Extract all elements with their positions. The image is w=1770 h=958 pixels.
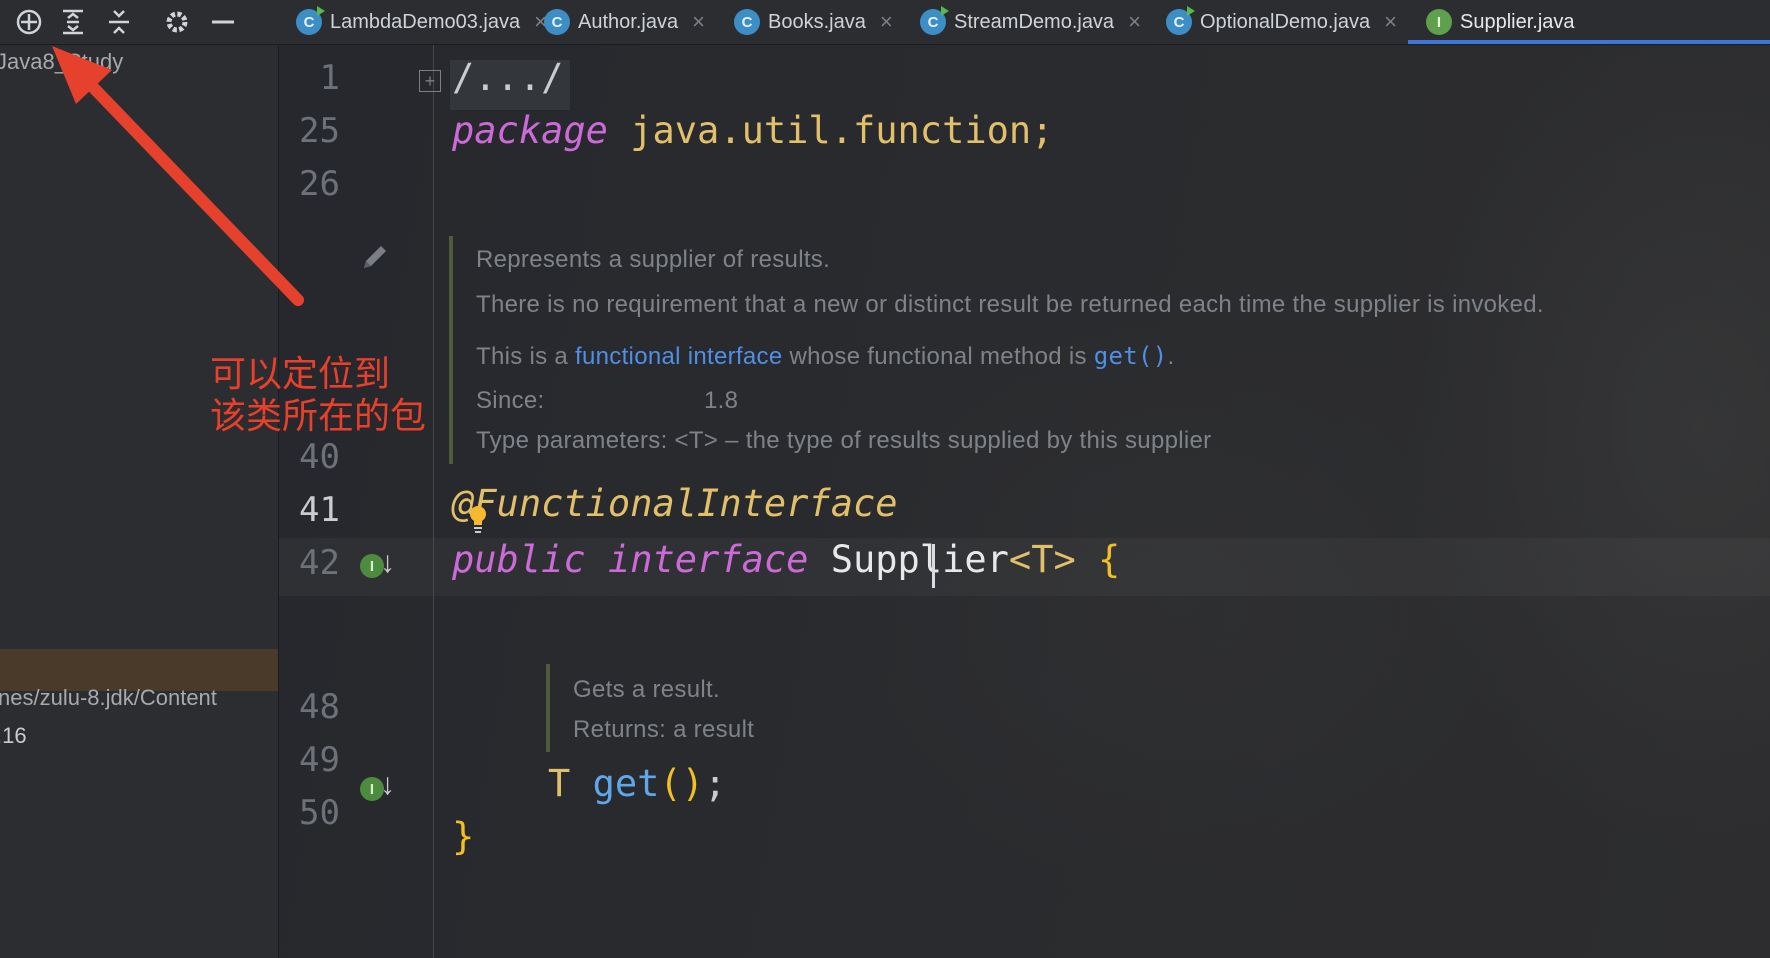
class-icon: C <box>734 9 760 35</box>
doc-line: Returns: a result <box>573 716 755 743</box>
tab-label: Books.java <box>768 10 866 33</box>
package-keyword: package <box>452 109 608 152</box>
since-label: Since: <box>476 387 545 414</box>
package-name: java.util.function; <box>630 109 1054 152</box>
tab-optionaldemo[interactable]: C OptionalDemo.java × <box>1166 0 1397 44</box>
line-number: 42 <box>299 543 340 583</box>
text-caret <box>932 544 935 588</box>
type-params-line: Type parameters: <T> – the type of resul… <box>476 427 1212 454</box>
doc-text: . <box>1167 343 1175 370</box>
expand-fold-icon[interactable]: + <box>419 70 441 92</box>
jdk-version-label[interactable]: .16 <box>0 723 27 749</box>
close-icon[interactable]: × <box>1384 9 1397 35</box>
close-icon[interactable]: × <box>692 9 705 35</box>
lightbulb-icon[interactable] <box>466 503 490 540</box>
line-number: 48 <box>299 687 340 727</box>
open-brace: { <box>1098 538 1121 581</box>
doc-text: whose functional method is <box>782 343 1094 370</box>
tab-label: Author.java <box>578 10 679 33</box>
doc-comment-bar <box>449 236 453 464</box>
type-parameter: <T> <box>1008 538 1076 581</box>
tab-label: OptionalDemo.java <box>1200 10 1371 33</box>
implementations-arrow-icon[interactable]: ↓ <box>380 768 395 802</box>
tab-author[interactable]: C Author.java × <box>544 0 705 44</box>
close-brace-line: } <box>452 815 474 858</box>
tab-label: Supplier.java <box>1460 10 1575 33</box>
get-method-link[interactable]: get() <box>1094 342 1168 370</box>
paren-open: ( <box>659 762 682 805</box>
tab-streamdemo[interactable]: C StreamDemo.java × <box>920 0 1141 44</box>
tab-books[interactable]: C Books.java × <box>734 0 893 44</box>
interface-declaration: public interface Supplier<T> { <box>452 538 1120 581</box>
method-name[interactable]: get <box>593 762 660 805</box>
interface-keyword: interface <box>607 538 809 581</box>
doc-text: This is a <box>476 343 576 370</box>
line-number: 40 <box>299 437 340 477</box>
class-icon: C <box>1166 6 1195 35</box>
close-icon[interactable]: × <box>880 9 893 35</box>
line-number: 49 <box>299 740 340 780</box>
interface-icon: I <box>1426 9 1452 35</box>
line-number: 50 <box>299 793 340 833</box>
jdk-path-label[interactable]: nes/zulu-8.jdk/Content <box>0 685 217 711</box>
doc-comment-bar <box>546 664 550 752</box>
since-value: 1.8 <box>704 387 739 414</box>
red-arrow-annotation <box>52 46 304 306</box>
line-number: 41 <box>299 490 340 530</box>
close-brace: } <box>452 815 475 858</box>
doc-line: Represents a supplier of results. <box>476 246 831 273</box>
semicolon: ; <box>703 762 727 805</box>
functional-interface-link[interactable]: functional interface <box>575 343 782 370</box>
annotation-line: @FunctionalInterface <box>452 482 898 525</box>
doc-line: There is no requirement that a new or di… <box>476 291 1544 318</box>
doc-line: Gets a result. <box>573 676 720 703</box>
tab-label: StreamDemo.java <box>954 10 1115 33</box>
method-declaration: T get(); <box>548 762 726 805</box>
class-icon: C <box>920 6 949 35</box>
active-tab-indicator <box>1408 40 1770 44</box>
interface-name[interactable]: Supplier <box>831 538 1009 581</box>
annotation-note-line2: 该类所在的包 <box>210 396 427 437</box>
package-statement: package java.util.function; <box>452 109 1053 152</box>
tab-supplier[interactable]: I Supplier.java <box>1426 0 1575 44</box>
folded-header[interactable]: /.../ <box>452 56 563 99</box>
close-icon[interactable]: × <box>1128 9 1141 35</box>
gutter-divider <box>433 45 434 958</box>
doc-line: This is a functional interface whose fun… <box>476 342 1174 371</box>
annotation-name[interactable]: FunctionalInterface <box>474 482 897 525</box>
return-type: T <box>548 762 571 805</box>
implementations-arrow-icon[interactable]: ↓ <box>380 546 395 580</box>
class-icon: C <box>544 9 570 35</box>
paren-close: ) <box>681 762 704 805</box>
editor-tabs: C LambdaDemo03.java × C Author.java × C … <box>280 0 1770 44</box>
public-keyword: public <box>452 538 586 581</box>
